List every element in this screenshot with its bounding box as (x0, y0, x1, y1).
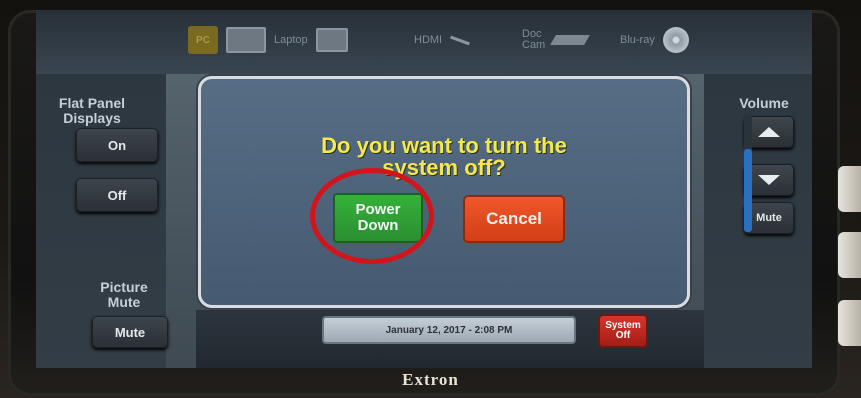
source-laptop-button[interactable]: Laptop (226, 16, 348, 64)
picture-mute-button[interactable]: Mute (92, 316, 168, 348)
source-pc-button[interactable]: PC (188, 26, 218, 54)
picture-mute-label: Mute (114, 324, 146, 340)
source-doccam-button[interactable]: Doc Cam (522, 16, 591, 64)
display-control-panel: Flat Panel Displays On Off Picture Mute … (36, 74, 168, 368)
display-off-label: Off (107, 187, 127, 203)
display-on-label: On (107, 137, 127, 153)
volume-control-panel: Volume Mute (704, 74, 812, 368)
laptop-icon (226, 27, 266, 53)
datetime-display: January 12, 2017 - 2:08 PM (322, 316, 576, 344)
source-hdmi-label: HDMI (414, 34, 443, 46)
source-laptop-label: Laptop (274, 34, 308, 46)
source-bluray-label: Blu-ray (620, 34, 655, 46)
document-camera-icon (550, 35, 591, 45)
source-hdmi-button[interactable]: HDMI (414, 16, 471, 64)
source-selection-bar: PC Laptop HDMI Doc Cam Blu-ray (36, 10, 812, 74)
highlight-circle-annotation (310, 168, 434, 264)
display-off-button[interactable]: Off (76, 178, 158, 212)
flat-panel-heading: Flat Panel Displays (58, 95, 126, 126)
volume-mute-label: Mute (756, 212, 782, 224)
brand-logo: Extron (402, 370, 459, 389)
source-pc-label: PC (196, 34, 210, 46)
display-on-button[interactable]: On (76, 128, 158, 162)
cancel-button[interactable]: Cancel (463, 195, 565, 243)
disc-icon (662, 27, 689, 53)
arrow-down-icon (758, 175, 780, 185)
volume-slider-fill (744, 149, 752, 232)
power-off-dialog: Do you want to turn the system off? Powe… (198, 76, 690, 308)
system-off-button[interactable]: System Off (598, 314, 648, 348)
source-bluray-button[interactable]: Blu-ray (620, 16, 689, 64)
hdmi-cable-icon (450, 35, 471, 45)
source-doccam-label: Doc Cam (522, 28, 546, 51)
volume-heading: Volume (739, 95, 789, 111)
hardware-side-button[interactable] (838, 300, 861, 346)
picture-mute-heading: Picture Mute (100, 279, 148, 310)
laptop-device-icon (315, 28, 348, 52)
hardware-side-button[interactable] (838, 232, 861, 278)
hardware-side-button[interactable] (838, 166, 861, 212)
arrow-up-icon (758, 127, 780, 137)
dialog-question: Do you want to turn the system off? (321, 133, 567, 180)
